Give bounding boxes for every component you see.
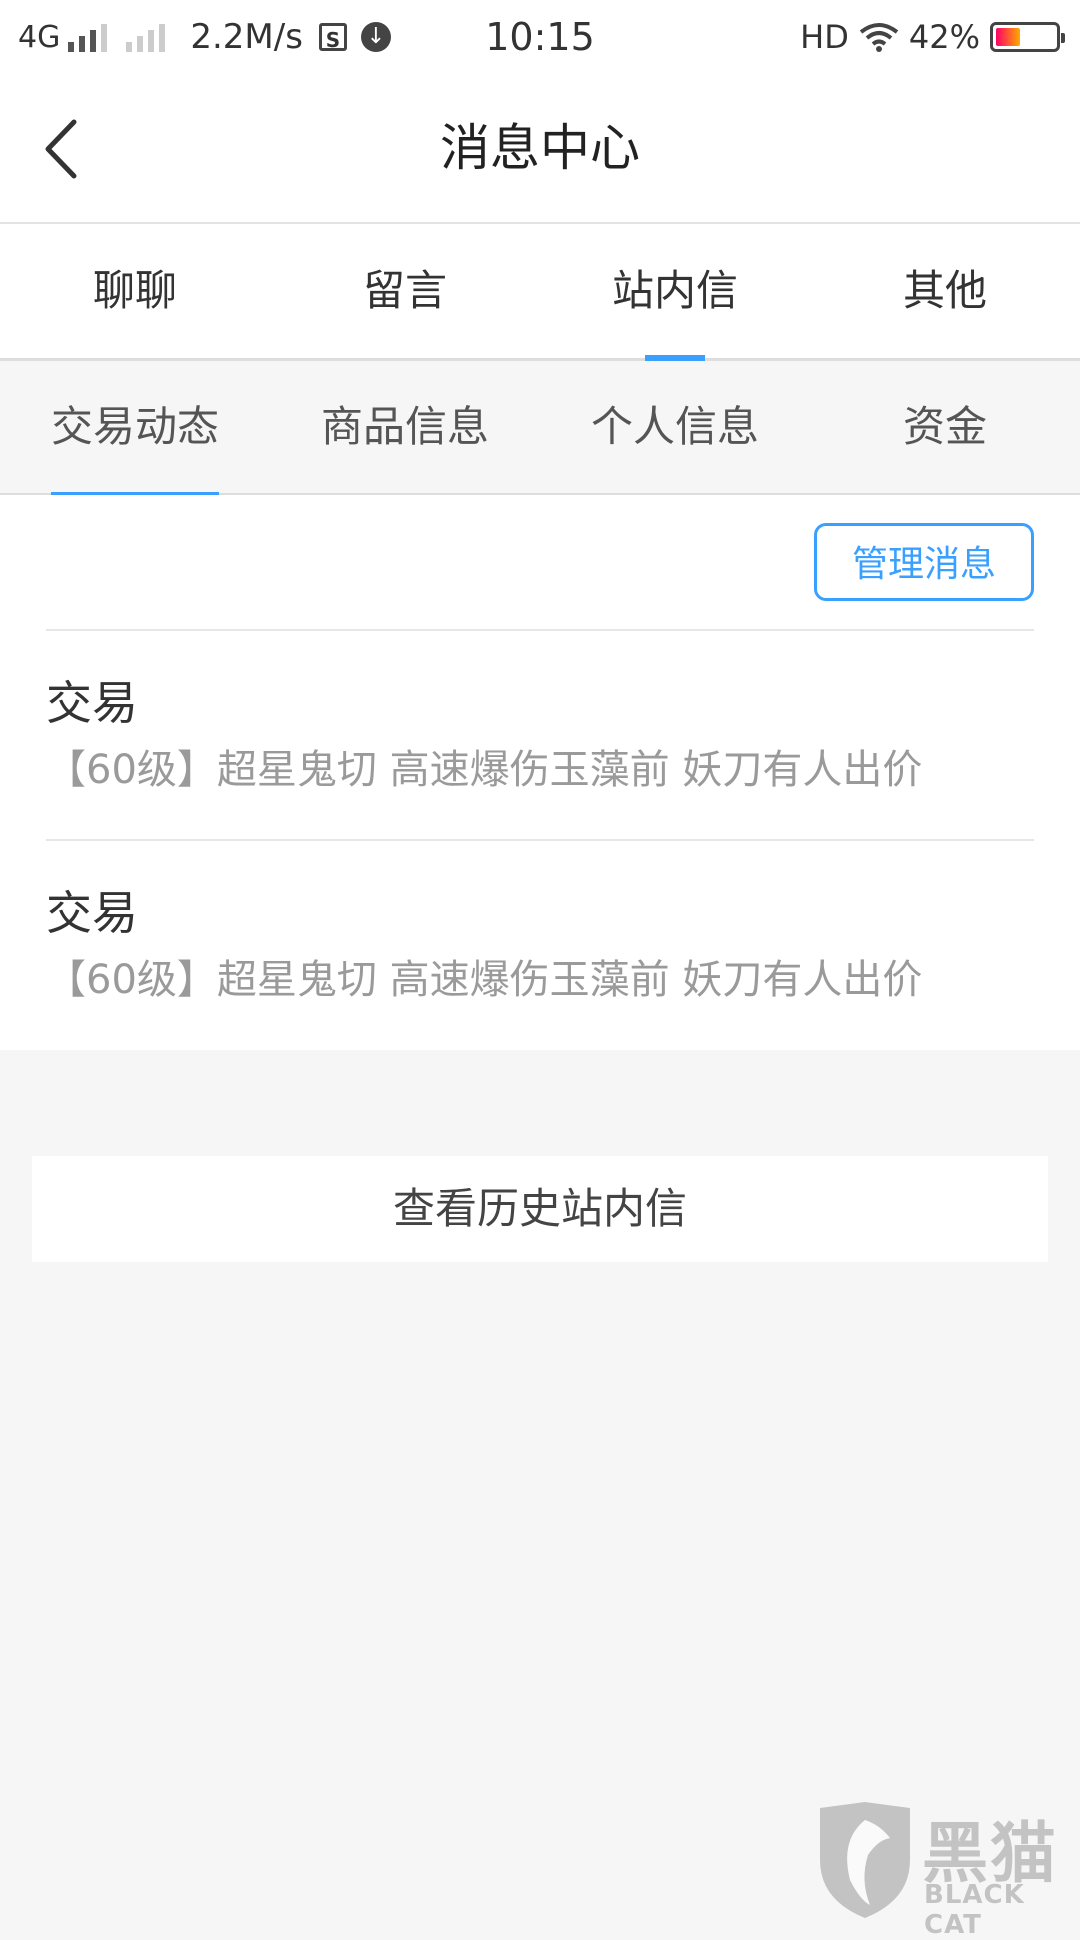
battery-icon [990,22,1065,52]
subtab-label: 资金 [902,402,987,451]
view-history-button[interactable]: 查看历史站内信 [32,1156,1048,1262]
status-left: 4G 2.2M/s S ↓ [18,0,391,74]
tab-label: 留言 [362,266,447,315]
message-body: 【60级】超星鬼切 高速爆伤玉藻前 妖刀有人出价 [46,747,923,793]
hd-indicator: HD [800,18,849,56]
subtab-label: 商品信息 [320,402,489,451]
subtab-funds[interactable]: 资金 [810,361,1080,493]
black-cat-logo-icon [820,1802,910,1918]
subtab-personal-info[interactable]: 个人信息 [540,361,810,493]
watermark-subtext: BLACK CAT [924,1880,1025,1940]
wifi-icon [859,23,899,52]
page-title: 消息中心 [440,119,640,177]
signal-2-icon [126,22,170,52]
tab-label: 聊聊 [92,266,177,315]
network-type: 4G [18,19,61,55]
subtab-product-info[interactable]: 商品信息 [270,361,540,493]
subtab-label: 交易动态 [50,402,219,451]
subtab-label: 个人信息 [590,402,759,451]
status-right: HD 42% [800,0,1065,74]
message-title: 交易 [46,886,138,940]
list-item[interactable]: 交易 【60级】超星鬼切 高速爆伤玉藻前 妖刀有人出价 [46,631,1034,839]
app-notification-icon: S [318,23,347,52]
tab-comments[interactable]: 留言 [270,224,540,358]
status-bar: 4G 2.2M/s S ↓ 10:15 HD 42% [0,0,1080,74]
battery-fill [996,28,1021,46]
tab-label: 站内信 [611,266,738,315]
tab-other[interactable]: 其他 [810,224,1080,358]
manage-messages-button[interactable]: 管理消息 [814,523,1034,601]
tab-label: 其他 [902,266,987,315]
message-title: 交易 [46,676,138,730]
signal-icon [68,22,112,52]
watermark: 黑猫 BLACK CAT [810,1800,1080,1940]
message-list-panel: 管理消息 交易 【60级】超星鬼切 高速爆伤玉藻前 妖刀有人出价 交易 【60级… [0,495,1080,1050]
battery-percent: 42% [908,18,980,56]
main-tabs: 聊聊 留言 站内信 其他 [0,224,1080,361]
network-speed: 2.2M/s [190,17,303,57]
subtab-trade-updates[interactable]: 交易动态 [0,361,270,496]
sub-tabs: 交易动态 商品信息 个人信息 资金 [0,361,1080,496]
list-item[interactable]: 交易 【60级】超星鬼切 高速爆伤玉藻前 妖刀有人出价 [46,841,1034,1049]
nav-bar: 消息中心 [0,74,1080,224]
tab-chat[interactable]: 聊聊 [0,224,270,358]
download-icon: ↓ [360,22,391,52]
tab-site-messages[interactable]: 站内信 [540,224,810,361]
message-body: 【60级】超星鬼切 高速爆伤玉藻前 妖刀有人出价 [46,957,923,1003]
